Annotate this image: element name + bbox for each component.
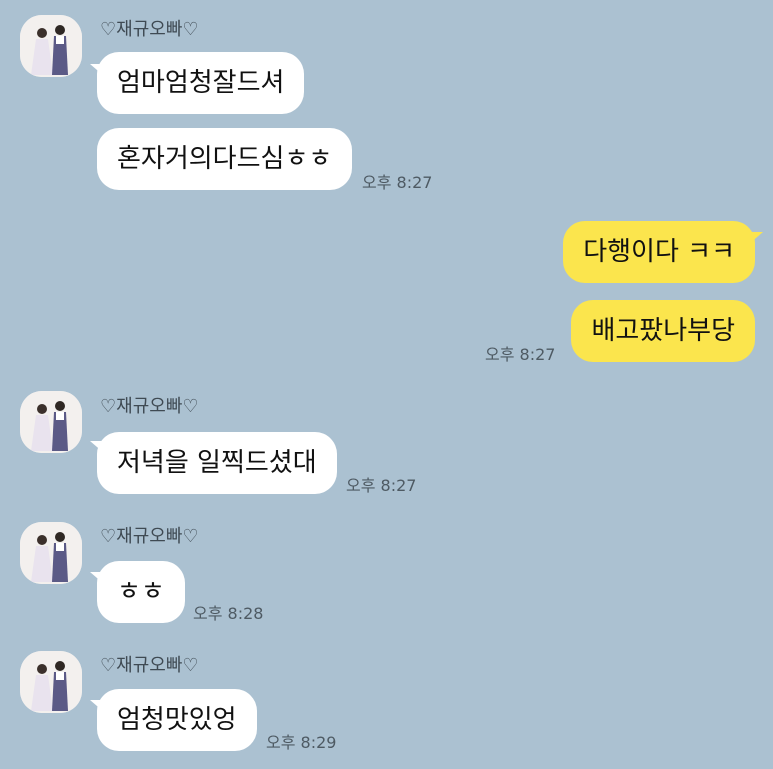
outgoing-message-bubble[interactable]: 다행이다 ㅋㅋ	[563, 221, 755, 283]
sender-name: ♡재규오빠♡	[100, 396, 199, 417]
avatar[interactable]	[20, 522, 82, 584]
incoming-message-bubble[interactable]: ㅎㅎ	[97, 561, 185, 623]
sender-name: ♡재규오빠♡	[100, 526, 199, 547]
incoming-message-bubble[interactable]: 엄청맛있엉	[97, 689, 257, 751]
incoming-message-bubble[interactable]: 엄마엄청잘드셔	[97, 52, 305, 114]
avatar[interactable]	[20, 651, 82, 713]
incoming-message-bubble[interactable]: 저녁을 일찍드셨대	[97, 432, 337, 494]
wedding-photo-icon	[20, 391, 82, 453]
avatar[interactable]	[20, 391, 82, 453]
message-timestamp: 오후 8:27	[362, 173, 433, 192]
message-timestamp: 오후 8:29	[266, 733, 337, 752]
sender-name: ♡재규오빠♡	[100, 655, 199, 676]
message-timestamp: 오후 8:28	[193, 604, 264, 623]
message-timestamp: 오후 8:27	[485, 345, 556, 364]
avatar[interactable]	[20, 15, 82, 77]
sender-name: ♡재규오빠♡	[100, 19, 199, 40]
wedding-photo-icon	[20, 15, 82, 77]
wedding-photo-icon	[20, 651, 82, 713]
incoming-message-bubble[interactable]: 혼자거의다드심ㅎㅎ	[97, 128, 353, 190]
wedding-photo-icon	[20, 522, 82, 584]
message-timestamp: 오후 8:27	[346, 476, 417, 495]
outgoing-message-bubble[interactable]: 배고팠나부당	[571, 300, 755, 362]
